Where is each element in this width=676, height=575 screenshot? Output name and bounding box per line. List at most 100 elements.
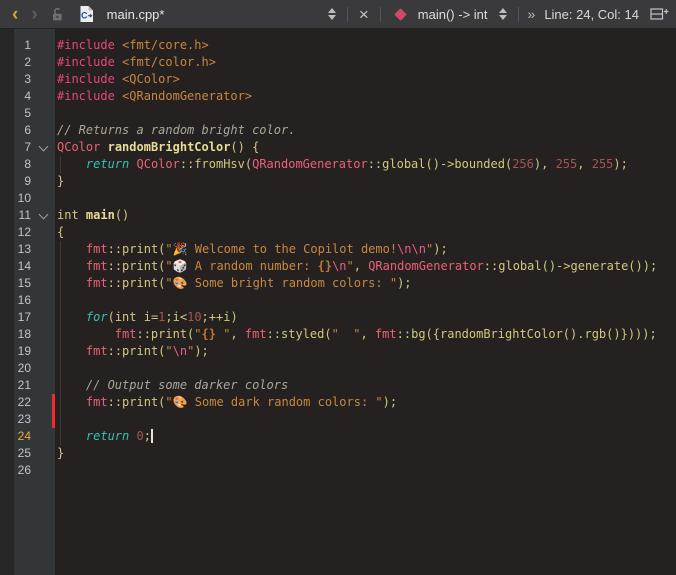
gutter-cell[interactable]: 22 <box>0 394 55 411</box>
document-stepper[interactable] <box>326 8 338 20</box>
code-text[interactable]: // Output some darker colors <box>55 377 676 394</box>
code-text[interactable]: fmt::print("🎨 Some bright random colors:… <box>55 275 676 292</box>
code-text[interactable]: #include <fmt/color.h> <box>55 54 676 71</box>
gutter-cell[interactable]: 25 <box>0 445 55 462</box>
gutter-cell[interactable]: 16 <box>0 292 55 309</box>
code-token: " " <box>332 327 361 341</box>
code-text[interactable]: fmt::print("🎲 A random number: {}\n", QR… <box>55 258 676 275</box>
code-line[interactable]: 22 fmt::print("🎨 Some dark random colors… <box>0 394 676 411</box>
code-text[interactable] <box>55 105 676 122</box>
code-text[interactable]: #include <QRandomGenerator> <box>55 88 676 105</box>
code-line[interactable]: 25} <box>0 445 676 462</box>
code-text[interactable] <box>55 462 676 479</box>
code-line[interactable]: 12{ <box>0 224 676 241</box>
code-line[interactable]: 19 fmt::print("\n"); <box>0 343 676 360</box>
code-line[interactable]: 7QColor randomBrightColor() { <box>0 139 676 156</box>
code-line[interactable]: 16 <box>0 292 676 309</box>
gutter-cell[interactable]: 6 <box>0 122 55 139</box>
code-token: ), <box>534 157 556 171</box>
code-text[interactable]: fmt::print("🎨 Some dark random colors: "… <box>55 394 676 411</box>
gutter-cell[interactable]: 9 <box>0 173 55 190</box>
code-text[interactable] <box>55 360 676 377</box>
gutter-cell[interactable]: 10 <box>0 190 55 207</box>
gutter-cell[interactable]: 26 <box>0 462 55 479</box>
gutter-cell[interactable]: 12 <box>0 224 55 241</box>
code-line[interactable]: 23 <box>0 411 676 428</box>
gutter-cell[interactable]: 4 <box>0 88 55 105</box>
code-text[interactable]: // Returns a random bright color. <box>55 122 676 139</box>
gutter-cell[interactable]: 17 <box>0 309 55 326</box>
close-icon[interactable]: × <box>357 6 371 23</box>
code-text[interactable]: } <box>55 173 676 190</box>
code-line[interactable]: 3#include <QColor> <box>0 71 676 88</box>
code-line[interactable]: 20 <box>0 360 676 377</box>
code-line[interactable]: 11int main() <box>0 207 676 224</box>
code-text[interactable]: #include <fmt/core.h> <box>55 37 676 54</box>
gutter-cell[interactable]: 7 <box>0 139 55 156</box>
code-line[interactable]: 2#include <fmt/color.h> <box>0 54 676 71</box>
gutter-cell[interactable]: 8 <box>0 156 55 173</box>
code-text[interactable]: #include <QColor> <box>55 71 676 88</box>
symbol-selector[interactable]: main() -> int <box>418 7 488 22</box>
code-editor[interactable]: 1#include <fmt/core.h>2#include <fmt/col… <box>0 29 676 575</box>
code-line[interactable]: 14 fmt::print("🎲 A random number: {}\n",… <box>0 258 676 275</box>
forward-icon[interactable]: › <box>31 5 37 24</box>
code-text[interactable] <box>55 411 676 428</box>
gutter-cell[interactable]: 24 <box>0 428 55 445</box>
gutter-cell[interactable]: 21 <box>0 377 55 394</box>
code-line[interactable]: 24 return 0; <box>0 428 676 445</box>
gutter-cell[interactable]: 3 <box>0 71 55 88</box>
code-line[interactable]: 15 fmt::print("🎨 Some bright random colo… <box>0 275 676 292</box>
overflow-chevrons-icon[interactable]: » <box>528 6 536 22</box>
gutter-cell[interactable]: 23 <box>0 411 55 428</box>
code-line[interactable]: 21 // Output some darker colors <box>0 377 676 394</box>
gutter-cell[interactable]: 19 <box>0 343 55 360</box>
code-token: \n <box>332 259 346 273</box>
code-line[interactable]: 18 fmt::print("{} ", fmt::styled(" ", fm… <box>0 326 676 343</box>
code-token: "🎲 A random number: <box>165 259 317 273</box>
back-icon[interactable]: ‹ <box>12 5 18 24</box>
code-token: fmt <box>86 344 108 358</box>
code-token: <QRandomGenerator> <box>122 89 252 103</box>
code-text[interactable]: { <box>55 224 676 241</box>
code-line[interactable]: 6// Returns a random bright color. <box>0 122 676 139</box>
gutter-cell[interactable]: 13 <box>0 241 55 258</box>
gutter-cell[interactable]: 15 <box>0 275 55 292</box>
fold-chevron-down-icon[interactable] <box>39 142 49 152</box>
code-text[interactable]: for(int i=1;i<10;++i) <box>55 309 676 326</box>
code-line[interactable]: 17 for(int i=1;i<10;++i) <box>0 309 676 326</box>
code-line[interactable]: 13 fmt::print("🎉 Welcome to the Copilot … <box>0 241 676 258</box>
document-title[interactable]: main.cpp* <box>107 7 165 22</box>
code-line[interactable]: 4#include <QRandomGenerator> <box>0 88 676 105</box>
gutter-cell[interactable]: 20 <box>0 360 55 377</box>
code-text[interactable]: fmt::print("🎉 Welcome to the Copilot dem… <box>55 241 676 258</box>
code-token: ; <box>144 429 151 443</box>
gutter-cell[interactable]: 18 <box>0 326 55 343</box>
code-line[interactable]: 5 <box>0 105 676 122</box>
gutter-cell[interactable]: 2 <box>0 54 55 71</box>
gutter-cell[interactable]: 11 <box>0 207 55 224</box>
cursor-position-indicator[interactable]: Line: 24, Col: 14 <box>544 7 639 22</box>
code-text[interactable] <box>55 190 676 207</box>
change-marker <box>52 394 55 411</box>
gutter-cell[interactable]: 1 <box>0 37 55 54</box>
symbol-stepper[interactable] <box>497 8 509 20</box>
gutter-cell[interactable]: 5 <box>0 105 55 122</box>
fold-chevron-down-icon[interactable] <box>39 210 49 220</box>
code-text[interactable] <box>55 292 676 309</box>
code-text[interactable]: QColor randomBrightColor() { <box>55 139 676 156</box>
code-text[interactable]: int main() <box>55 207 676 224</box>
split-editor-icon[interactable] <box>650 7 669 21</box>
unlock-icon[interactable] <box>51 7 65 22</box>
code-text[interactable]: fmt::print("{} ", fmt::styled(" ", fmt::… <box>55 326 676 343</box>
code-text[interactable]: } <box>55 445 676 462</box>
code-line[interactable]: 26 <box>0 462 676 479</box>
code-line[interactable]: 8 return QColor::fromHsv(QRandomGenerato… <box>0 156 676 173</box>
code-line[interactable]: 10 <box>0 190 676 207</box>
code-text[interactable]: return QColor::fromHsv(QRandomGenerator:… <box>55 156 676 173</box>
code-text[interactable]: return 0; <box>55 428 676 445</box>
gutter-cell[interactable]: 14 <box>0 258 55 275</box>
code-line[interactable]: 1#include <fmt/core.h> <box>0 37 676 54</box>
code-line[interactable]: 9} <box>0 173 676 190</box>
code-text[interactable]: fmt::print("\n"); <box>55 343 676 360</box>
